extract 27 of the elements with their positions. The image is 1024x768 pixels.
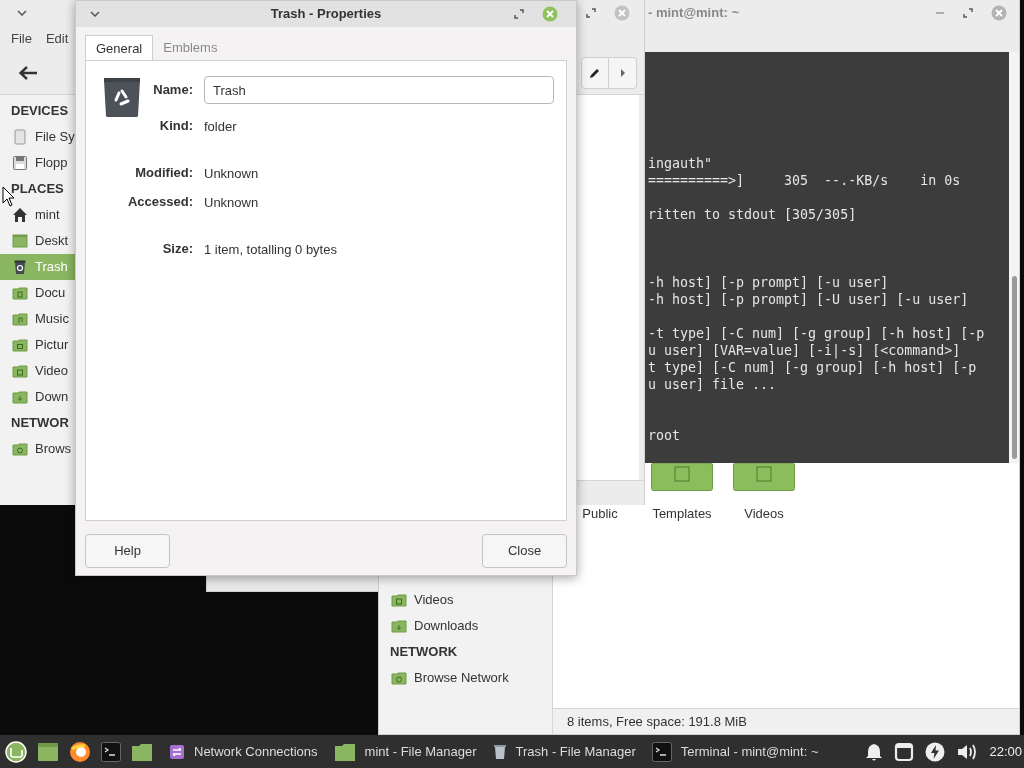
- terminal-line: ingauth": [648, 155, 714, 172]
- terminal-line: -h host] [-p prompt] [-u user]: [648, 274, 890, 291]
- status-text: 8 items, Free space: 191.8 MiB: [567, 712, 747, 731]
- field-value: Unknown: [204, 166, 259, 181]
- terminal-line: -h host] [-p prompt] [-U user] [-u user]: [648, 291, 970, 308]
- field-label: Kind:: [159, 117, 193, 136]
- section-heading: PLACES: [11, 180, 64, 199]
- field-label: Size:: [162, 240, 193, 259]
- field-value: Unknown: [204, 195, 259, 210]
- window-title: - mint@mint: ~: [648, 4, 740, 23]
- terminal-line: root: [648, 427, 682, 444]
- field-label: Name:: [153, 81, 193, 100]
- field-label: Modified:: [135, 164, 193, 183]
- section-heading: NETWORK: [390, 643, 458, 662]
- section-heading: NETWOR: [11, 414, 69, 433]
- terminal-line: t type] [-C num] [-g group] [-h host] [-p: [648, 359, 978, 376]
- terminal-line: ==========>] 305 --.-KB/s in 0s: [648, 172, 962, 189]
- terminal-line: -t type] [-C num] [-g group] [-h host] [-p: [648, 325, 986, 342]
- dialog-title: Trash - Properties: [270, 5, 382, 24]
- terminal-line: u user] [VAR=value] [-i|-s] [<command>]: [648, 342, 962, 359]
- terminal-line: ritten to stdout [305/305]: [648, 206, 858, 223]
- clock: 22:00: [989, 742, 1022, 761]
- field-value: folder: [204, 119, 237, 134]
- section-heading: DEVICES: [11, 102, 69, 121]
- terminal-line: u user] file ...: [648, 376, 778, 393]
- field-value: 1 item, totalling 0 bytes: [204, 242, 337, 257]
- field-label: Accessed:: [127, 193, 193, 212]
